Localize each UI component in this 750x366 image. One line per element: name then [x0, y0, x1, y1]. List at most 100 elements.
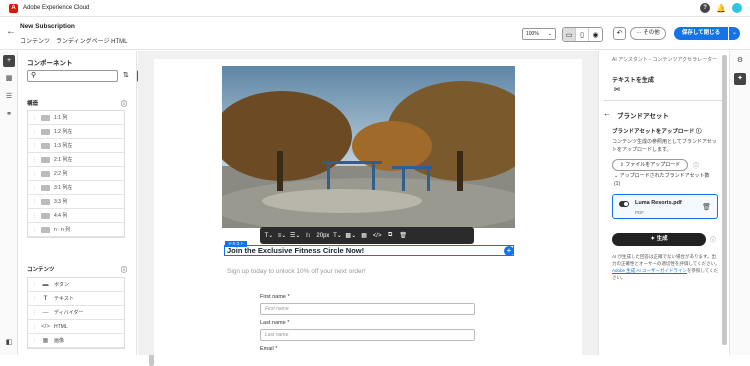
duplicate-icon[interactable]: ⧉: [385, 232, 395, 239]
desktop-icon[interactable]: ▭: [563, 28, 576, 41]
first-name-field[interactable]: First name: [260, 303, 475, 315]
text-format-toolbar: T⌄ ≡⌄ ☰⌄ I↕ 20px T⌄ ▩⌄ ▦ </> ⧉ 🗑: [260, 227, 474, 244]
collapse-icon[interactable]: ⋈: [614, 86, 620, 93]
list-item[interactable]: ⋮ ▬ ボタン: [28, 278, 124, 292]
settings-sliders-icon[interactable]: ⚙: [734, 55, 746, 67]
drag-handle-icon[interactable]: ⋮: [32, 171, 37, 177]
back-arrow-icon[interactable]: ←: [6, 26, 16, 37]
list-item[interactable]: ⋮ </> HTML: [28, 320, 124, 334]
list-item[interactable]: ⋮ 2:1 列左: [28, 153, 124, 167]
hero-image[interactable]: [222, 66, 515, 228]
line-height-icon[interactable]: I↕: [303, 233, 313, 239]
generate-button[interactable]: ✦ 生成: [612, 233, 706, 246]
help-icon[interactable]: ?: [700, 3, 711, 13]
column-icon: [41, 156, 50, 163]
font-size-select[interactable]: 20px: [316, 233, 329, 239]
preview-eye-icon[interactable]: ◉: [589, 28, 602, 41]
align-icon[interactable]: ≡⌄: [277, 232, 287, 239]
add-block-plus-icon[interactable]: +: [504, 246, 514, 256]
notification-bell-icon[interactable]: 🔔: [716, 4, 726, 13]
text-style-icon[interactable]: T⌄: [264, 232, 274, 239]
link-icon[interactable]: ⚭: [3, 109, 15, 121]
column-icon: [41, 198, 50, 205]
save-dropdown-chevron-icon[interactable]: ⌄: [729, 27, 740, 40]
headline-text[interactable]: Join the Exclusive Fitness Circle Now!: [224, 245, 514, 256]
column-icon: [41, 212, 50, 219]
list-item[interactable]: ⋮ 2:2 列: [28, 167, 124, 181]
image-icon: ▦: [42, 338, 49, 344]
adobe-logo[interactable]: A: [9, 4, 18, 13]
info-icon[interactable]: ⓘ: [693, 161, 699, 170]
list-item[interactable]: ⋮ 1:2 列左: [28, 125, 124, 139]
list-item[interactable]: ⋮ 4:4 列: [28, 209, 124, 223]
list-item[interactable]: ⋮ T テキスト: [28, 292, 124, 306]
drag-handle-icon[interactable]: ⋮: [32, 129, 37, 135]
sidebar-toggle-icon[interactable]: ◧: [3, 337, 15, 349]
help-icon[interactable]: ⓘ: [696, 129, 702, 135]
editor-header: ← New Subscription コンテンツ ランディングページ HTML …: [0, 17, 750, 50]
avatar[interactable]: [732, 3, 742, 13]
mobile-icon[interactable]: ▯: [576, 28, 589, 41]
more-button[interactable]: ··· その他: [630, 27, 666, 40]
uploaded-file-card[interactable]: Luma Resorts.pdf PDF 🗑: [612, 194, 718, 219]
list-icon[interactable]: ☰⌄: [290, 232, 300, 239]
list-item[interactable]: ⋮ 3:1 列左: [28, 181, 124, 195]
image-icon[interactable]: ▦: [359, 232, 369, 239]
add-components-icon[interactable]: +: [3, 55, 15, 67]
divider: [604, 100, 726, 101]
zoom-select[interactable]: 100% ⌄: [522, 28, 556, 40]
content-heading: コンテンツ ⓘ: [27, 265, 127, 274]
list-item[interactable]: ⋮ 1:3 列左: [28, 139, 124, 153]
drag-handle-icon[interactable]: ⋮: [32, 338, 37, 344]
file-toggle[interactable]: [619, 201, 629, 207]
sort-icon[interactable]: ⇅: [123, 71, 129, 79]
app-title[interactable]: Adobe Experience Cloud: [23, 5, 89, 11]
background-color-icon[interactable]: ▩⌄: [345, 232, 356, 239]
subheadline-text[interactable]: Sign up today to unlock 10% off your nex…: [227, 268, 366, 275]
guidelines-link[interactable]: Adobe 生成 AI ユーザーガイドライン: [612, 268, 687, 273]
back-arrow-icon[interactable]: ←: [603, 109, 611, 118]
breadcrumb-landing-page[interactable]: ランディングページ HTML: [56, 36, 127, 45]
drag-handle-icon[interactable]: ⋮: [32, 310, 37, 316]
info-icon[interactable]: ⓘ: [121, 99, 127, 108]
ai-assistant-icon[interactable]: ✦: [734, 73, 746, 85]
code-icon[interactable]: </>: [372, 233, 382, 239]
info-icon[interactable]: ⓘ: [710, 235, 716, 244]
list-item[interactable]: ⋮ — ディバイダー: [28, 306, 124, 320]
info-icon[interactable]: ⓘ: [121, 265, 127, 274]
drag-handle-icon[interactable]: ⋮: [32, 324, 37, 330]
uploaded-assets-toggle[interactable]: ⌄ アップロードされたブランドアセット数 (1): [614, 173, 714, 188]
drag-handle-icon[interactable]: ⋮: [32, 199, 37, 205]
breadcrumb-content[interactable]: コンテンツ: [20, 36, 50, 45]
drag-handle-icon[interactable]: ⋮: [32, 213, 37, 219]
scrollbar[interactable]: [722, 55, 727, 345]
drag-handle-icon[interactable]: ⋮: [32, 157, 37, 163]
zoom-value: 100%: [526, 31, 539, 37]
app-bar: A Adobe Experience Cloud ? 🔔: [0, 0, 750, 17]
text-color-icon[interactable]: T⌄: [332, 232, 342, 239]
column-icon: [41, 170, 50, 177]
assets-icon[interactable]: ▩: [3, 73, 15, 85]
upload-file-button[interactable]: ⇪ ファイルをアップロード: [612, 159, 688, 171]
drag-handle-icon[interactable]: ⋮: [32, 143, 37, 149]
list-item[interactable]: ⋮ 3:3 列: [28, 195, 124, 209]
drag-handle-icon[interactable]: ⋮: [32, 185, 37, 191]
upload-description: コンテンツ生成の参照用としてブランドアセットをアップロードします。: [612, 139, 717, 153]
last-name-field[interactable]: Last name: [260, 329, 475, 341]
search-input[interactable]: ⚲: [27, 70, 118, 82]
list-item[interactable]: ⋮ 1:1 列: [28, 111, 124, 125]
drag-handle-icon[interactable]: ⋮: [32, 296, 37, 302]
column-icon: [41, 114, 50, 121]
upload-heading: ブランドアセットをアップロード ⓘ: [612, 129, 702, 135]
delete-icon[interactable]: 🗑: [702, 203, 711, 211]
save-and-close-button[interactable]: 保存して閉じる: [674, 27, 728, 40]
list-item[interactable]: ⋮ n : n 列: [28, 223, 124, 237]
undo-icon[interactable]: ↶: [613, 27, 626, 40]
drag-handle-icon[interactable]: ⋮: [32, 282, 37, 288]
layers-icon[interactable]: ☰: [3, 91, 15, 103]
delete-icon[interactable]: 🗑: [398, 232, 408, 239]
drag-handle-icon[interactable]: ⋮: [32, 227, 37, 233]
chevron-down-icon: ⌄: [547, 31, 552, 37]
list-item[interactable]: ⋮ ▦ 画像: [28, 334, 124, 348]
drag-handle-icon[interactable]: ⋮: [32, 115, 37, 121]
